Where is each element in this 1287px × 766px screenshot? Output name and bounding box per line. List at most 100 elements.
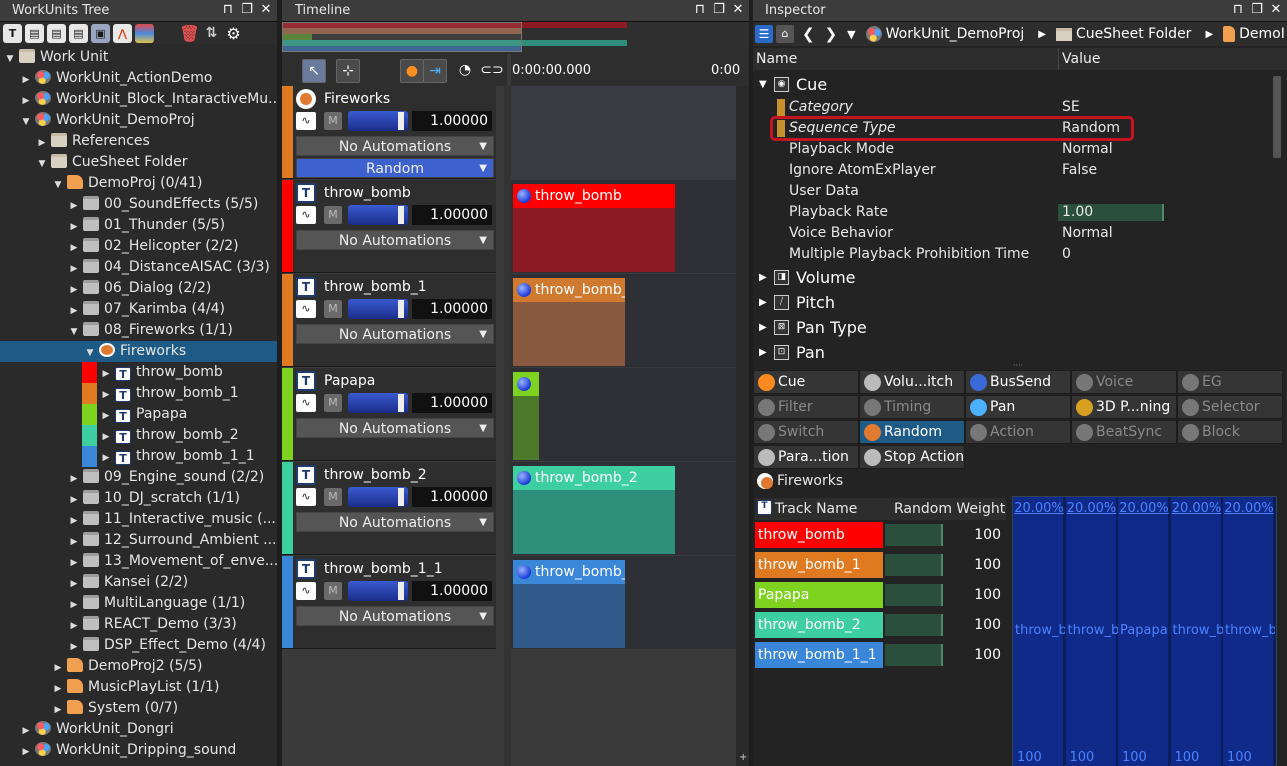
- chevron-right-icon[interactable]: ▶: [100, 406, 112, 427]
- track-lane[interactable]: [511, 368, 736, 461]
- expand-arrow-icon[interactable]: ▼: [759, 72, 767, 97]
- pin-icon[interactable]: ⊓: [693, 2, 707, 17]
- tree-item[interactable]: ▶ Tthrow_bomb_1: [0, 383, 277, 404]
- chevron-right-icon[interactable]: ▶: [100, 427, 112, 448]
- property-scrollbar-thumb[interactable]: [1273, 76, 1281, 158]
- property-value[interactable]: SE: [1062, 97, 1080, 118]
- tree-item[interactable]: ▶ 02_Helicopter (2/2): [0, 236, 277, 257]
- pin-icon[interactable]: ⊓: [1231, 2, 1245, 17]
- timeline-scrollbar[interactable]: +: [736, 86, 749, 766]
- property-row[interactable]: Sequence Type Random: [753, 116, 1273, 141]
- timeline-overview[interactable]: [282, 22, 749, 54]
- random-weight-bar[interactable]: [885, 614, 943, 636]
- category-filter-icon[interactable]: [135, 23, 154, 43]
- close-icon[interactable]: ✕: [731, 2, 745, 17]
- chevron-right-icon[interactable]: ▶: [36, 133, 48, 154]
- waveform-icon[interactable]: ∿: [296, 112, 316, 130]
- property-section[interactable]: ▶ ◨ Volume: [753, 265, 1273, 290]
- chevron-down-icon[interactable]: ▼: [4, 49, 16, 70]
- aisac-filter-icon[interactable]: ⋀: [113, 23, 132, 43]
- tree-item[interactable]: ▶ Tthrow_bomb_1_1: [0, 446, 277, 467]
- cue-track-header[interactable]: Fireworks ∿ M 1.00000 No Automations ▼ R…: [282, 86, 496, 179]
- chevron-right-icon[interactable]: ▶: [68, 259, 80, 280]
- clip-header[interactable]: throw_bomb_: [513, 278, 625, 302]
- property-row[interactable]: Voice Behavior Normal: [753, 223, 1273, 244]
- waveform-clip[interactable]: [513, 372, 539, 460]
- clapper-filter-icon[interactable]: ▤: [25, 23, 44, 43]
- tree-item[interactable]: ▶ Kansei (2/2): [0, 572, 277, 593]
- name-column-header[interactable]: Name: [756, 51, 797, 67]
- tree-item[interactable]: ▶ 01_Thunder (5/5): [0, 215, 277, 236]
- clip-header[interactable]: throw_bomb: [513, 184, 675, 208]
- track-filter-icon[interactable]: T: [3, 23, 22, 43]
- property-value[interactable]: False: [1062, 160, 1097, 181]
- tree-item[interactable]: ▶ MusicPlayList (1/1): [0, 677, 277, 698]
- chevron-right-icon[interactable]: ▶: [68, 196, 80, 217]
- waveform-icon[interactable]: ∿: [296, 488, 316, 506]
- track-volume-value[interactable]: 1.00000: [412, 487, 492, 507]
- chevron-down-icon[interactable]: ▼: [84, 343, 96, 364]
- clip-header[interactable]: [513, 372, 539, 396]
- inspector-tab[interactable]: Action: [965, 420, 1071, 444]
- chevron-right-icon[interactable]: ▶: [68, 511, 80, 532]
- random-weight-value[interactable]: 100: [945, 612, 1001, 638]
- weight-column[interactable]: 20.00% throw_bomb_2 100: [1170, 497, 1223, 766]
- cue-automation-dropdown[interactable]: No Automations ▼: [296, 136, 494, 156]
- track-header[interactable]: Tthrow_bomb_1_1 ∿ M 1.00000 No Automations ▼: [282, 556, 496, 649]
- waveform-icon[interactable]: ∿: [296, 582, 316, 600]
- cue-lane[interactable]: [511, 86, 736, 179]
- track-volume-value[interactable]: 1.00000: [412, 581, 492, 601]
- property-section[interactable]: ▶ ⧸ Pitch: [753, 290, 1273, 315]
- random-weight-value[interactable]: 100: [945, 552, 1001, 578]
- random-weight-bar[interactable]: [885, 554, 943, 576]
- tree-item[interactable]: ▼ CueSheet Folder: [0, 152, 277, 173]
- mute-button[interactable]: M: [324, 582, 342, 600]
- timeline-ruler[interactable]: 0:00:00.000 0:00: [511, 54, 749, 86]
- tree-item[interactable]: ▶ WorkUnit_ActionDemo: [0, 68, 277, 89]
- track-name-column-header[interactable]: Track Name: [775, 501, 857, 517]
- track-automation-dropdown[interactable]: No Automations ▼: [296, 606, 494, 626]
- breadcrumb-cuesheet-folder[interactable]: CueSheet Folder: [1076, 26, 1191, 42]
- gear-icon[interactable]: ⚙: [224, 24, 243, 43]
- chevron-down-icon[interactable]: ▼: [52, 175, 64, 196]
- track-volume-value[interactable]: 1.00000: [412, 393, 492, 413]
- chevron-right-icon[interactable]: ▶: [20, 721, 32, 742]
- track-header[interactable]: Tthrow_bomb_1 ∿ M 1.00000 No Automations ▼: [282, 274, 496, 367]
- property-row[interactable]: User Data: [753, 181, 1273, 202]
- chevron-right-icon[interactable]: ▶: [52, 679, 64, 700]
- tree-item[interactable]: ▶ 09_Engine_sound (2/2): [0, 467, 277, 488]
- clapper-filter-icon-3[interactable]: ▤: [69, 23, 88, 43]
- random-weight-value[interactable]: 100: [945, 522, 1001, 548]
- chevron-right-icon[interactable]: ▶: [100, 448, 112, 469]
- breadcrumb-workunit[interactable]: WorkUnit_DemoProj: [886, 26, 1025, 42]
- property-row[interactable]: Multiple Playback Prohibition Time 0: [753, 244, 1273, 265]
- chevron-down-icon[interactable]: ▼: [36, 154, 48, 175]
- random-weight-row[interactable]: throw_bomb_1 100: [755, 552, 1006, 580]
- inspector-tab[interactable]: Block: [1177, 420, 1283, 444]
- list-view-icon[interactable]: ☰: [755, 25, 773, 43]
- history-dropdown-icon[interactable]: ▼: [847, 28, 855, 41]
- property-row[interactable]: Ignore AtomExPlayer False: [753, 160, 1273, 181]
- inspector-tab[interactable]: BeatSync: [1071, 420, 1177, 444]
- chevron-down-icon[interactable]: ▼: [20, 112, 32, 133]
- range-tool-icon[interactable]: ⊹: [336, 59, 360, 83]
- inspector-tab[interactable]: Stop Action: [859, 445, 965, 469]
- back-icon[interactable]: ❮: [802, 25, 815, 43]
- weight-column[interactable]: 20.00% Papapa 100: [1118, 497, 1170, 766]
- inspector-tab[interactable]: BusSend: [965, 370, 1071, 394]
- cue-volume-value[interactable]: 1.00000: [412, 111, 492, 131]
- tree-item[interactable]: ▼ Work Unit: [0, 47, 277, 68]
- property-value[interactable]: Normal: [1062, 139, 1113, 160]
- lock-icon[interactable]: ⌂: [776, 25, 794, 43]
- inspector-tab[interactable]: Para...tion: [753, 445, 859, 469]
- inspector-tab[interactable]: 3D P...ning: [1071, 395, 1177, 419]
- clapper-filter-icon-2[interactable]: ▤: [47, 23, 66, 43]
- value-column-header[interactable]: Value: [1062, 51, 1100, 67]
- random-weight-bar[interactable]: [885, 644, 943, 666]
- link-icon[interactable]: ⊂⊃: [480, 59, 504, 83]
- property-row[interactable]: Playback Mode Normal: [753, 139, 1273, 160]
- chevron-right-icon[interactable]: ▶: [759, 315, 767, 340]
- mute-button[interactable]: M: [324, 206, 342, 224]
- track-volume-slider[interactable]: [348, 299, 408, 319]
- sequence-type-dropdown[interactable]: Random ▼: [296, 158, 494, 178]
